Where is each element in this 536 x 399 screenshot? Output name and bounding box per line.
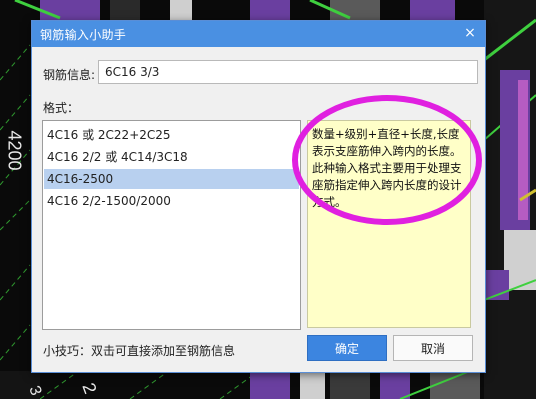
rebar-info-label: 钢筋信息: <box>43 68 96 82</box>
dialog-title-bar[interactable]: 钢筋输入小助手 × <box>32 21 485 47</box>
format-label: 格式： <box>43 101 80 115</box>
format-list-item[interactable]: 4C16 或 2C22+2C25 <box>44 125 299 145</box>
tip-text: 小技巧：双击可直接添加至钢筋信息 <box>43 344 236 358</box>
format-list-item[interactable]: 4C16 2/2-1500/2000 <box>44 191 299 211</box>
format-list-item-selected[interactable]: 4C16-2500 <box>44 169 299 189</box>
format-list[interactable]: 4C16 或 2C22+2C25 4C16 2/2 或 4C14/3C18 4C… <box>42 120 301 330</box>
cancel-button[interactable]: 取消 <box>393 335 473 361</box>
close-icon[interactable]: × <box>461 24 479 42</box>
rebar-input-assistant-dialog: 钢筋输入小助手 × 钢筋信息: 6C16 3/3 格式： 4C16 或 2C22… <box>31 20 486 373</box>
format-list-item[interactable]: 4C16 2/2 或 4C14/3C18 <box>44 147 299 167</box>
dimension-label: 4200 <box>4 130 25 171</box>
rebar-info-input[interactable]: 6C16 3/3 <box>98 60 478 84</box>
format-description: 数量+级别+直径+长度,长度表示支座筋伸入跨内的长度。此种输入格式主要用于处理支… <box>307 120 471 328</box>
dialog-title: 钢筋输入小助手 <box>40 28 127 42</box>
ok-button[interactable]: 确定 <box>307 335 387 361</box>
